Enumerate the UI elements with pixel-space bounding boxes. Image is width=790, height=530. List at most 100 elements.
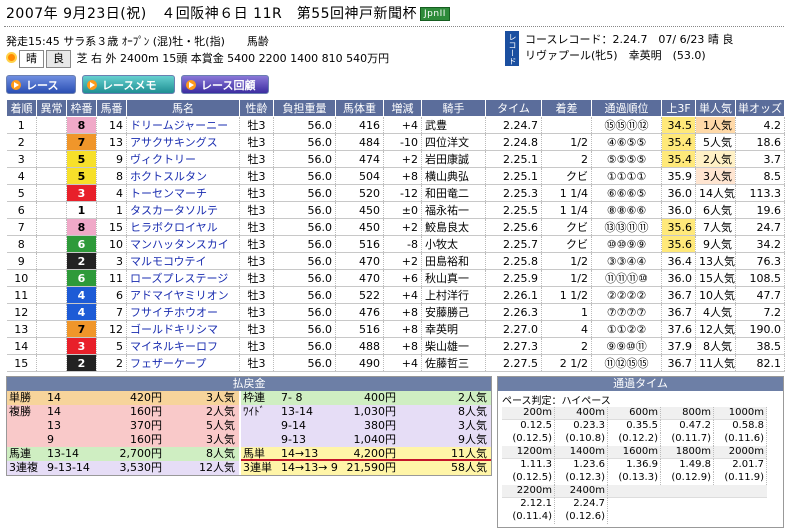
split-section: (0.13.3) [608,472,661,485]
horse-name-link[interactable]: ヴィクトリー [126,150,240,168]
cell-diff: +8 [383,303,422,321]
cell-abn [36,201,67,219]
horse-name-link[interactable]: アサクサキングス [126,133,240,151]
record-line-2: リヴァプール(牝5) 幸英明 (53.0) [525,49,706,62]
pay-amount: 160円 [130,405,162,418]
race-button[interactable]: レース [6,75,76,94]
payout-tansho: 単勝 14 420円 3人気 [7,391,239,405]
split-section: (0.12.6) [555,511,608,524]
cell-bw: 450 [335,218,384,236]
split-distance: 200m [502,407,555,420]
horse-name-link[interactable]: ゴールドキリシマ [126,320,240,338]
grade-badge: JpnII [420,7,450,21]
split-section: (0.11.6) [714,433,767,446]
cell-f3: 36.0 [661,269,696,287]
cell-sex: 牡3 [239,116,274,134]
going-cell: 良 [46,50,71,68]
split-time [714,498,767,511]
column-header: 騎手 [421,99,486,117]
payout-wide: 9-13 1,040円 9人気 [241,433,491,447]
horse-name-link[interactable]: マンハッタンスカイ [126,235,240,253]
cell-margin: 2 [541,337,592,355]
cell-f3: 35.4 [661,133,696,151]
play-arrow-icon [186,79,196,90]
cell-pass: ⑦⑦⑦⑦ [591,303,662,321]
cell-abn [36,252,67,270]
cell-margin: 1 [541,303,592,321]
horse-name-link[interactable]: マルモコウテイ [126,252,240,270]
pay-amount: 21,590円 [346,461,397,474]
pay-popularity: 8人気 [206,447,235,460]
cell-num: 1 [96,201,127,219]
pay-amount: 3,530円 [119,461,163,474]
cell-f3: 36.4 [661,252,696,270]
cell-time: 2.25.9 [485,269,542,287]
cell-sex: 牡3 [239,150,274,168]
record-tag: レコード [505,31,519,66]
cell-odds: 4.2 [735,116,785,134]
horse-name-link[interactable]: タスカータソルテ [126,201,240,219]
horse-name-link[interactable]: ドリームジャーニー [126,116,240,134]
race-replay-button[interactable]: レース回顧 [181,75,269,94]
cell-num: 11 [96,269,127,287]
horse-name-link[interactable]: ホクトスルタン [126,167,240,185]
cell-diff: +4 [383,354,422,372]
payout-wakuren: 枠連 7- 8 400円 2人気 [241,391,491,405]
horse-name-link[interactable]: アドマイヤミリオン [126,286,240,304]
race-memo-button[interactable]: レースメモ [82,75,175,94]
cell-abn [36,303,67,321]
horse-name-link[interactable]: マイネルキーロフ [126,337,240,355]
horse-name-link[interactable]: ローズプレステージ [126,269,240,287]
split-section: (0.12.5) [502,472,555,485]
cell-jockey: 幸英明 [421,320,486,338]
payout-fukusho: 9 160円 3人気 [7,433,239,447]
pay-popularity: 3人気 [206,391,235,404]
cell-jockey: 横山典弘 [421,167,486,185]
cell-diff: -12 [383,184,422,202]
pay-amount: 1,030円 [353,405,397,418]
cell-wt: 56.0 [273,116,336,134]
cell-f3: 36.7 [661,286,696,304]
horse-name-link[interactable]: トーセンマーチ [126,184,240,202]
cell-bw: 484 [335,133,384,151]
split-time: 0.47.2 [661,420,714,433]
race-distance-prize: 芝 右 外 2400m 15頭 本賞金 5400 2200 1400 810 5… [76,52,390,65]
horse-name-link[interactable]: フェザーケープ [126,354,240,372]
cell-jockey: 小牧太 [421,235,486,253]
cell-diff: +2 [383,218,422,236]
horse-name-link[interactable]: ヒラボクロイヤル [126,218,240,236]
cell-num: 4 [96,184,127,202]
split-time: 1.11.3 [502,459,555,472]
race-info: 発走15:45 サラ系３歳 ｵｰﾌﾟﾝ (混)牡・牝(指) 馬齢 晴良 芝 右 … [6,34,389,68]
cell-time: 2.25.5 [485,201,542,219]
cell-abn [36,354,67,372]
umatan-underline [241,459,491,461]
cell-rank: 3 [6,150,37,168]
cell-pop: 3人気 [695,167,736,185]
cell-pass: ①①②② [591,320,662,338]
cell-diff: +2 [383,150,422,168]
cell-wt: 56.0 [273,235,336,253]
split-section: (0.12.3) [555,472,608,485]
weather-cell: 晴 [19,50,44,68]
split-section: (0.11.4) [502,511,555,524]
cell-gate: 7 [66,133,97,151]
play-arrow-icon [87,79,97,90]
cell-gate: 3 [66,184,97,202]
play-arrow-icon [11,79,21,90]
cell-rank: 2 [6,133,37,151]
column-header: 単オッズ [735,99,785,117]
split-section: (0.11.9) [714,472,767,485]
cell-pass: ③③④④ [591,252,662,270]
cell-gate: 5 [66,150,97,168]
cell-num: 9 [96,150,127,168]
race-button-label: レース [26,78,59,92]
cell-f3: 36.7 [661,354,696,372]
cell-odds: 8.5 [735,167,785,185]
horse-name-link[interactable]: フサイチホウオー [126,303,240,321]
split-section: (0.10.8) [555,433,608,446]
split-section [608,511,661,524]
cell-f3: 35.4 [661,150,696,168]
cell-time: 2.25.1 [485,150,542,168]
pay-number: 13 [47,419,61,432]
